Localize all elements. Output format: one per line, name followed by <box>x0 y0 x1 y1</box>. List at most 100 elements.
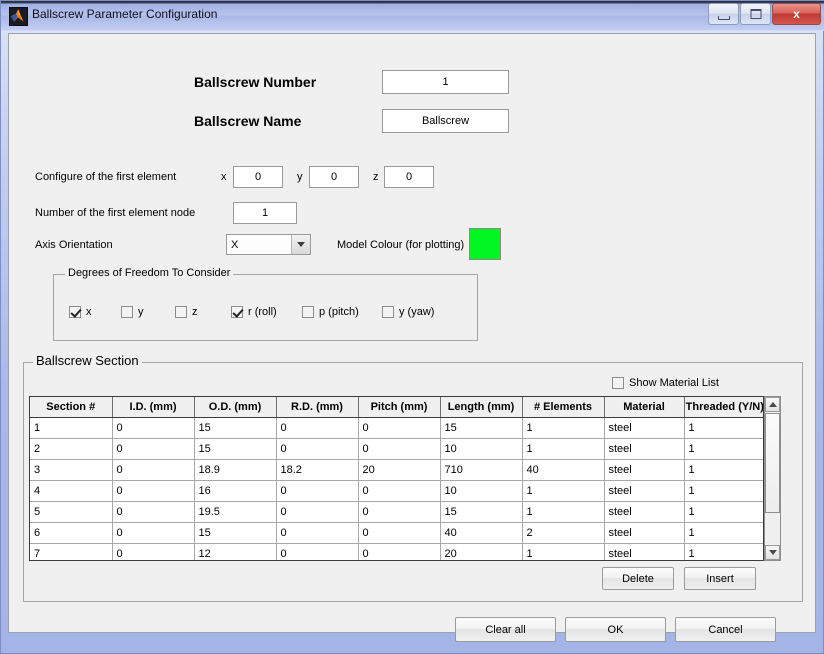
table-cell[interactable]: 5 <box>30 501 113 523</box>
table-row[interactable]: 5 0 19.5 0 0 15 1 steel 1 <box>30 501 763 523</box>
show-material-list-checkbox[interactable]: Show Material List <box>612 377 719 389</box>
table-cell[interactable]: 2 <box>30 438 113 460</box>
table-cell[interactable]: steel <box>604 543 685 560</box>
table-row[interactable]: 1 0 15 0 0 15 1 steel 1 <box>30 417 763 439</box>
maximize-button[interactable] <box>740 3 771 25</box>
insert-button[interactable]: Insert <box>684 567 756 590</box>
table-cell[interactable]: 40 <box>522 459 605 481</box>
table-cell[interactable]: 0 <box>358 480 441 502</box>
table-cell[interactable]: 3 <box>30 459 113 481</box>
table-cell[interactable]: 1 <box>30 417 113 439</box>
table-cell[interactable]: 710 <box>440 459 523 481</box>
first-node-input[interactable]: 1 <box>233 202 297 224</box>
close-button[interactable]: x <box>772 3 821 25</box>
table-row[interactable]: 4 0 16 0 0 10 1 steel 1 <box>30 480 763 502</box>
table-cell[interactable]: steel <box>604 501 685 523</box>
application-window: Ballscrew Parameter Configuration x Ball… <box>0 0 824 654</box>
table-cell[interactable]: 15 <box>440 417 523 439</box>
table-cell[interactable]: 20 <box>440 543 523 560</box>
table-cell[interactable]: 4 <box>30 480 113 502</box>
table-cell[interactable]: 18.9 <box>194 459 277 481</box>
table-cell[interactable]: 10 <box>440 480 523 502</box>
dof-checkbox-x[interactable]: x <box>69 306 92 318</box>
table-cell[interactable]: steel <box>604 522 685 544</box>
table-cell[interactable]: 0 <box>358 501 441 523</box>
table-cell[interactable]: 15 <box>194 438 277 460</box>
chevron-down-icon[interactable] <box>291 235 310 254</box>
table-row[interactable]: 7 0 12 0 0 20 1 steel 1 <box>30 543 763 560</box>
delete-button[interactable]: Delete <box>602 567 674 590</box>
table-cell[interactable]: 0 <box>276 480 359 502</box>
x-input[interactable]: 0 <box>233 166 283 188</box>
table-cell[interactable]: 1 <box>684 522 763 544</box>
table-cell[interactable]: 18.2 <box>276 459 359 481</box>
table-vertical-scrollbar[interactable] <box>764 396 781 561</box>
table-cell[interactable]: 0 <box>276 522 359 544</box>
table-cell[interactable]: 0 <box>276 501 359 523</box>
table-cell[interactable]: steel <box>604 459 685 481</box>
table-cell[interactable]: 1 <box>684 501 763 523</box>
table-cell[interactable]: 0 <box>276 438 359 460</box>
table-cell[interactable]: 1 <box>522 543 605 560</box>
table-cell[interactable]: 12 <box>194 543 277 560</box>
dof-checkbox-yaw[interactable]: y (yaw) <box>382 306 434 318</box>
table-cell[interactable]: 1 <box>522 417 605 439</box>
dof-checkbox-y[interactable]: y <box>121 306 144 318</box>
table-cell[interactable]: 0 <box>358 543 441 560</box>
table-row[interactable]: 6 0 15 0 0 40 2 steel 1 <box>30 522 763 544</box>
table-cell[interactable]: steel <box>604 417 685 439</box>
table-cell[interactable]: 0 <box>358 417 441 439</box>
table-cell[interactable]: 15 <box>194 522 277 544</box>
table-cell[interactable]: 20 <box>358 459 441 481</box>
ok-button[interactable]: OK <box>565 617 666 642</box>
table-cell[interactable]: 2 <box>522 522 605 544</box>
dof-checkbox-pitch[interactable]: p (pitch) <box>302 306 359 318</box>
table-cell[interactable]: 0 <box>112 459 195 481</box>
table-cell[interactable]: 1 <box>684 417 763 439</box>
z-input[interactable]: 0 <box>384 166 434 188</box>
table-cell[interactable]: 19.5 <box>194 501 277 523</box>
y-input[interactable]: 0 <box>309 166 359 188</box>
cancel-button[interactable]: Cancel <box>675 617 776 642</box>
table-cell[interactable]: 1 <box>684 438 763 460</box>
table-cell[interactable]: 40 <box>440 522 523 544</box>
table-cell[interactable]: steel <box>604 438 685 460</box>
table-cell[interactable]: 1 <box>522 480 605 502</box>
table-cell[interactable]: 0 <box>112 543 195 560</box>
table-cell[interactable]: steel <box>604 480 685 502</box>
table-cell[interactable]: 6 <box>30 522 113 544</box>
table-cell[interactable]: 0 <box>276 543 359 560</box>
table-cell[interactable]: 1 <box>684 459 763 481</box>
minimize-button[interactable] <box>708 3 739 25</box>
table-cell[interactable]: 0 <box>276 417 359 439</box>
table-cell[interactable]: 16 <box>194 480 277 502</box>
table-cell[interactable]: 1 <box>684 543 763 560</box>
table-cell[interactable]: 0 <box>358 522 441 544</box>
scroll-up-button[interactable] <box>765 397 780 412</box>
model-colour-swatch[interactable] <box>469 228 501 260</box>
table-cell[interactable]: 7 <box>30 543 113 560</box>
table-row[interactable]: 2 0 15 0 0 10 1 steel 1 <box>30 438 763 460</box>
table-cell[interactable]: 0 <box>112 501 195 523</box>
table-row[interactable]: 3 0 18.9 18.2 20 710 40 steel 1 <box>30 459 763 481</box>
ballscrew-number-input[interactable]: 1 <box>382 70 509 94</box>
table-cell[interactable]: 10 <box>440 438 523 460</box>
scrollbar-thumb[interactable] <box>765 413 780 513</box>
table-cell[interactable]: 15 <box>440 501 523 523</box>
dof-checkbox-roll[interactable]: r (roll) <box>231 306 277 318</box>
clear-all-button[interactable]: Clear all <box>455 617 556 642</box>
ballscrew-section-table[interactable]: Section # I.D. (mm) O.D. (mm) R.D. (mm) Pitc… <box>29 396 764 561</box>
table-cell[interactable]: 0 <box>112 480 195 502</box>
table-cell[interactable]: 1 <box>684 480 763 502</box>
table-cell[interactable]: 0 <box>112 417 195 439</box>
table-cell[interactable]: 1 <box>522 438 605 460</box>
ballscrew-name-input[interactable]: Ballscrew <box>382 109 509 133</box>
table-cell[interactable]: 15 <box>194 417 277 439</box>
table-cell[interactable]: 0 <box>112 438 195 460</box>
table-cell[interactable]: 0 <box>112 522 195 544</box>
scroll-down-button[interactable] <box>765 545 780 560</box>
dof-checkbox-z[interactable]: z <box>175 306 198 318</box>
table-cell[interactable]: 0 <box>358 438 441 460</box>
axis-orientation-select[interactable]: X <box>226 234 311 255</box>
table-cell[interactable]: 1 <box>522 501 605 523</box>
